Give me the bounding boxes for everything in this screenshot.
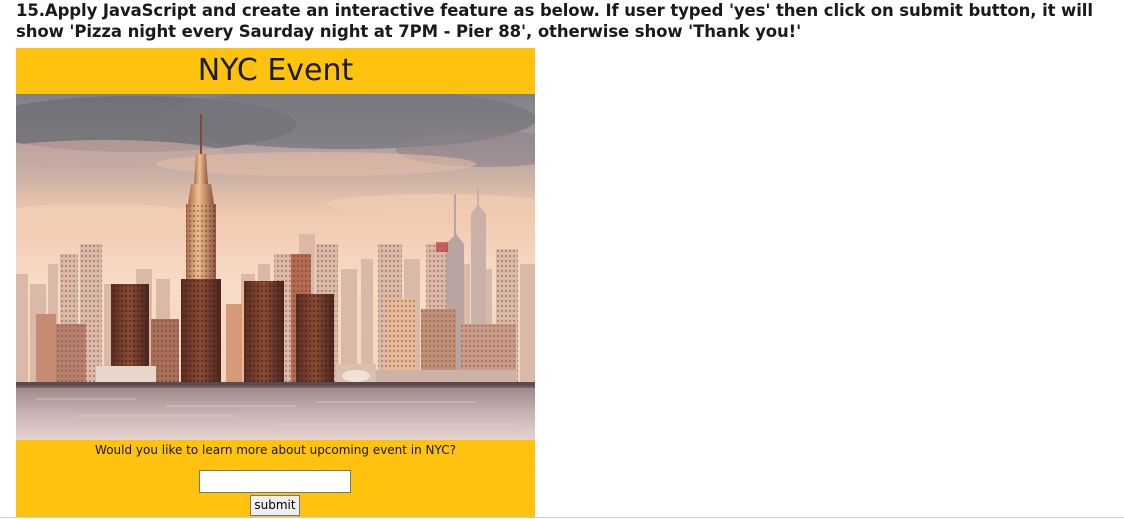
event-question: Would you like to learn more about upcom… [95, 443, 456, 457]
nyc-skyline-image [16, 94, 535, 440]
event-title: NYC Event [197, 53, 354, 88]
page-divider [0, 517, 1124, 518]
instructions-line-1: 15.Apply JavaScript and create an intera… [16, 1, 1093, 20]
event-card: NYC Event Would you like to learn more a… [16, 48, 535, 517]
submit-button[interactable]: submit [250, 495, 300, 516]
answer-input[interactable] [199, 470, 351, 493]
instructions-line-2: show 'Pizza night every Saurday night at… [16, 22, 802, 41]
page: 15.Apply JavaScript and create an intera… [0, 0, 1124, 519]
instructions-text: 15.Apply JavaScript and create an intera… [16, 0, 1106, 42]
